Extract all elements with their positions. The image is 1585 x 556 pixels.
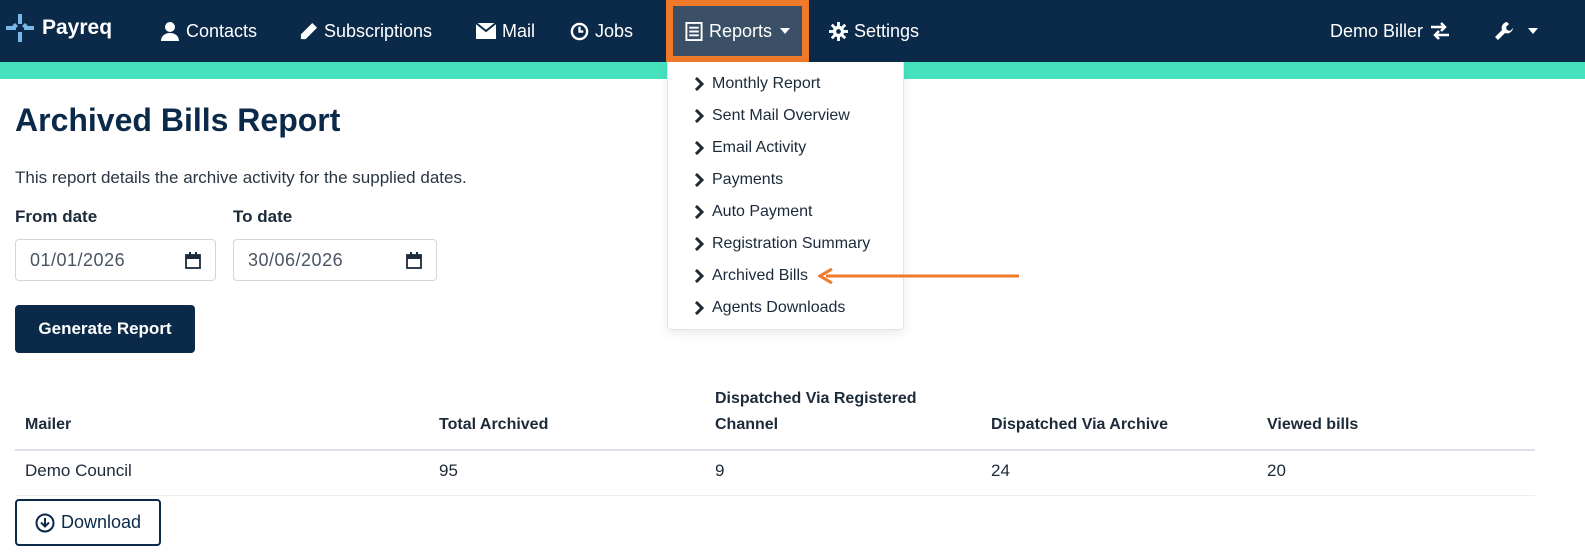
column-header-viewed-bills: Viewed bills (1267, 416, 1359, 433)
column-header-dispatched-registered: Dispatched Via Registered Channel (715, 386, 917, 438)
nav-reports[interactable]: Reports (685, 0, 791, 62)
table-cell-dispatched-archive: 24 (991, 461, 1010, 480)
download-button[interactable]: Download (15, 499, 161, 546)
nav-settings[interactable]: Settings (829, 0, 919, 62)
report-icon (685, 21, 703, 41)
payreq-logo-icon (6, 14, 34, 42)
column-header-dispatched-archive: Dispatched Via Archive (991, 416, 1168, 433)
chevron-right-icon (694, 77, 704, 91)
chevron-right-icon (694, 205, 704, 219)
chevron-down-icon (780, 28, 791, 34)
from-date-value: 01/01/2026 (30, 249, 126, 270)
chevron-down-icon (1528, 28, 1538, 34)
brand-logo[interactable]: Payreq (6, 12, 112, 44)
calendar-icon[interactable] (406, 251, 422, 269)
menu-item-monthly-report[interactable]: Monthly Report (694, 73, 821, 95)
menu-item-label: Payments (712, 171, 784, 188)
menu-item-archived-bills[interactable]: Archived Bills (694, 265, 808, 287)
menu-item-label: Agents Downloads (712, 299, 846, 316)
menu-item-sent-mail-overview[interactable]: Sent Mail Overview (694, 105, 850, 127)
column-header-mailer: Mailer (25, 416, 72, 433)
nav-reports-label: Reports (709, 20, 773, 41)
nav-contacts-label: Contacts (186, 20, 258, 41)
to-date-input[interactable]: 30/06/2026 (233, 239, 437, 281)
chevron-right-icon (694, 301, 704, 315)
menu-item-email-activity[interactable]: Email Activity (694, 137, 806, 159)
nav-mail[interactable]: Mail (476, 0, 535, 62)
table-row-divider (15, 495, 1535, 496)
clock-icon (570, 22, 589, 40)
wrench-icon (1495, 22, 1513, 40)
chevron-right-icon (694, 237, 704, 251)
download-label: Download (60, 512, 142, 532)
table-header-divider (15, 449, 1535, 451)
table-cell-viewed-bills: 20 (1267, 461, 1286, 480)
nav-settings-label: Settings (854, 20, 920, 41)
person-icon (161, 22, 179, 41)
nav-jobs-label: Jobs (595, 20, 634, 41)
tools-menu[interactable] (1494, 0, 1538, 62)
menu-item-label: Registration Summary (712, 235, 871, 252)
account-name: Demo Biller (1330, 20, 1424, 41)
table-cell-dispatched-registered: 9 (715, 461, 725, 480)
chevron-right-icon (694, 173, 704, 187)
nav-subscriptions[interactable]: Subscriptions (299, 0, 432, 62)
chevron-right-icon (694, 269, 704, 283)
menu-item-label: Auto Payment (712, 203, 813, 220)
to-date-value: 30/06/2026 (248, 249, 344, 270)
menu-item-agents-downloads[interactable]: Agents Downloads (694, 297, 845, 319)
pencil-icon (300, 22, 318, 39)
table-cell-mailer: Demo Council (25, 461, 132, 480)
download-circle-icon (35, 513, 55, 532)
brand-name: Payreq (42, 16, 113, 39)
swap-icon (1431, 22, 1450, 40)
to-date-label: To date (233, 207, 293, 226)
menu-item-label: Sent Mail Overview (712, 107, 850, 124)
account-switcher[interactable]: Demo Biller (1330, 0, 1457, 62)
annotation-arrow-icon (818, 268, 1019, 284)
column-header-total-archived: Total Archived (439, 416, 549, 433)
menu-item-payments[interactable]: Payments (694, 169, 783, 191)
column-header-line: Channel (715, 416, 779, 433)
menu-item-label: Archived Bills (712, 267, 809, 284)
nav-jobs[interactable]: Jobs (570, 0, 633, 62)
generate-report-button[interactable]: Generate Report (15, 305, 195, 353)
from-date-input[interactable]: 01/01/2026 (15, 239, 216, 281)
page-title: Archived Bills Report (15, 102, 341, 138)
menu-item-auto-payment[interactable]: Auto Payment (694, 201, 813, 223)
calendar-icon[interactable] (185, 251, 201, 269)
column-header-line: Dispatched Via Registered (715, 390, 917, 407)
nav-mail-label: Mail (502, 20, 536, 41)
menu-item-registration-summary[interactable]: Registration Summary (694, 233, 870, 255)
nav-subscriptions-label: Subscriptions (324, 20, 433, 41)
gear-icon (829, 21, 848, 41)
reports-dropdown: Monthly Report Sent Mail Overview Email … (667, 62, 904, 330)
envelope-icon (476, 23, 496, 39)
from-date-label: From date (15, 207, 98, 226)
table-cell-total-archived: 95 (439, 461, 458, 480)
page-description: This report details the archive activity… (15, 168, 467, 187)
chevron-right-icon (694, 109, 704, 123)
chevron-right-icon (694, 141, 704, 155)
menu-item-label: Email Activity (712, 139, 807, 156)
menu-item-label: Monthly Report (712, 75, 821, 92)
nav-contacts[interactable]: Contacts (160, 0, 257, 62)
